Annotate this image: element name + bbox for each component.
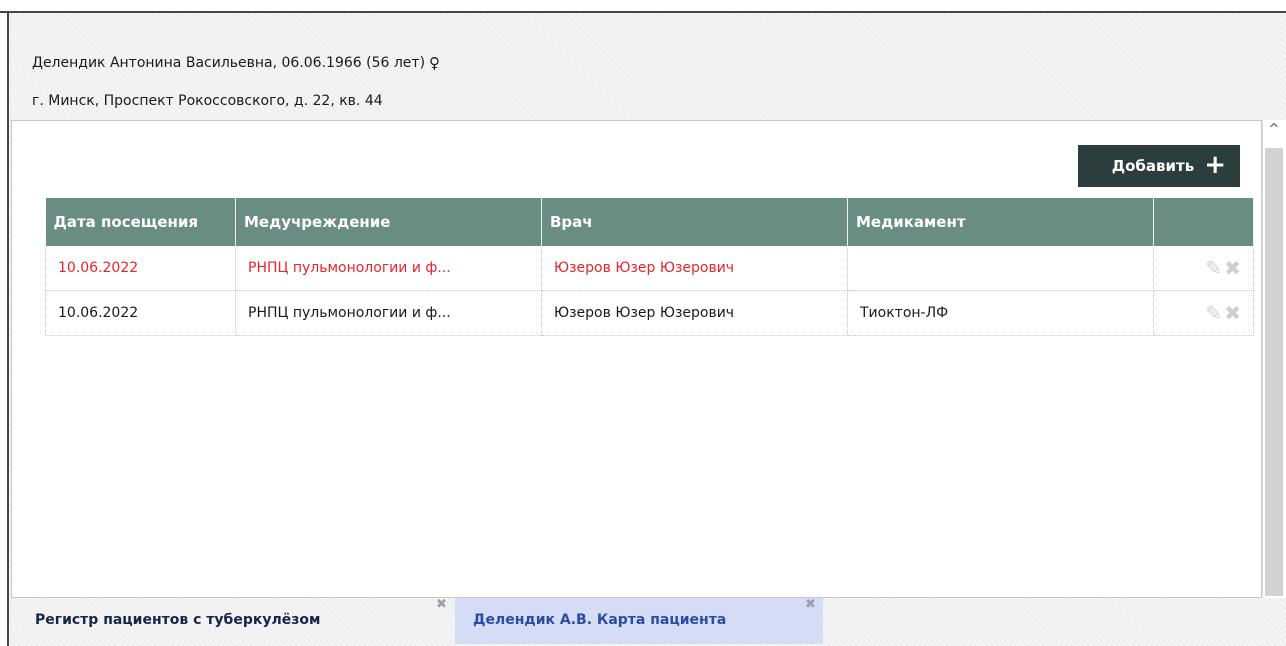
cell-date: 10.06.2022: [45, 246, 236, 291]
tab-bar: Регистр пациентов с туберкулёзом ✖ Делен…: [9, 597, 1286, 646]
add-button-label: Добавить: [1111, 157, 1195, 175]
cell-actions: ✎ ✖: [1153, 246, 1254, 291]
table-row[interactable]: 10.06.2022 РНПЦ пульмонологии и ф... Юзе…: [45, 246, 1254, 291]
cell-facility: РНПЦ пульмонологии и ф...: [235, 246, 542, 291]
cell-doctor: Юзеров Юзер Юзерович: [541, 290, 848, 336]
delete-icon[interactable]: ✖: [1224, 256, 1241, 280]
table-row[interactable]: 10.06.2022 РНПЦ пульмонологии и ф... Юзе…: [45, 290, 1254, 336]
tab-patient-card[interactable]: Делендик А.В. Карта пациента ✖: [455, 597, 823, 644]
plus-icon: +: [1204, 149, 1226, 180]
edit-icon[interactable]: ✎: [1205, 256, 1222, 280]
cell-actions: ✎ ✖: [1153, 290, 1254, 336]
visits-table: Дата посещения Медучреждение Врач Медика…: [45, 198, 1254, 336]
column-header-doctor[interactable]: Врач: [541, 198, 848, 246]
add-button[interactable]: Добавить +: [1078, 145, 1240, 187]
patient-name-line: Делендик Антонина Васильевна, 06.06.1966…: [32, 55, 426, 71]
patient-address: г. Минск, Проспект Рокоссовского, д. 22,…: [32, 93, 383, 109]
female-icon: ♀: [429, 54, 441, 72]
window-top-border: [0, 0, 1286, 13]
cell-medicine: [847, 246, 1154, 291]
tab-label: Делендик А.В. Карта пациента: [473, 612, 727, 628]
close-icon[interactable]: ✖: [436, 597, 447, 612]
patient-header: Делендик Антонина Васильевна, 06.06.1966…: [32, 54, 440, 72]
delete-icon[interactable]: ✖: [1224, 301, 1241, 325]
cell-facility: РНПЦ пульмонологии и ф...: [235, 290, 542, 336]
window-left-border: [7, 12, 9, 646]
table-header-row: Дата посещения Медучреждение Врач Медика…: [45, 198, 1254, 246]
column-header-date[interactable]: Дата посещения: [45, 198, 236, 246]
cell-date: 10.06.2022: [45, 290, 236, 336]
column-header-medicine[interactable]: Медикамент: [847, 198, 1154, 246]
visits-panel: [11, 120, 1262, 598]
scroll-up-icon[interactable]: ^: [1263, 122, 1285, 142]
cell-doctor: Юзеров Юзер Юзерович: [541, 246, 848, 291]
scroll-thumb[interactable]: [1265, 148, 1283, 596]
tab-tb-registry[interactable]: Регистр пациентов с туберкулёзом ✖: [25, 597, 455, 644]
close-icon[interactable]: ✖: [805, 597, 816, 612]
tab-label: Регистр пациентов с туберкулёзом: [35, 612, 321, 628]
edit-icon[interactable]: ✎: [1205, 301, 1222, 325]
column-header-facility[interactable]: Медучреждение: [235, 198, 542, 246]
cell-medicine: Тиоктон-ЛФ: [847, 290, 1154, 336]
vertical-scrollbar[interactable]: ^: [1262, 120, 1286, 598]
column-header-actions: [1153, 198, 1254, 246]
